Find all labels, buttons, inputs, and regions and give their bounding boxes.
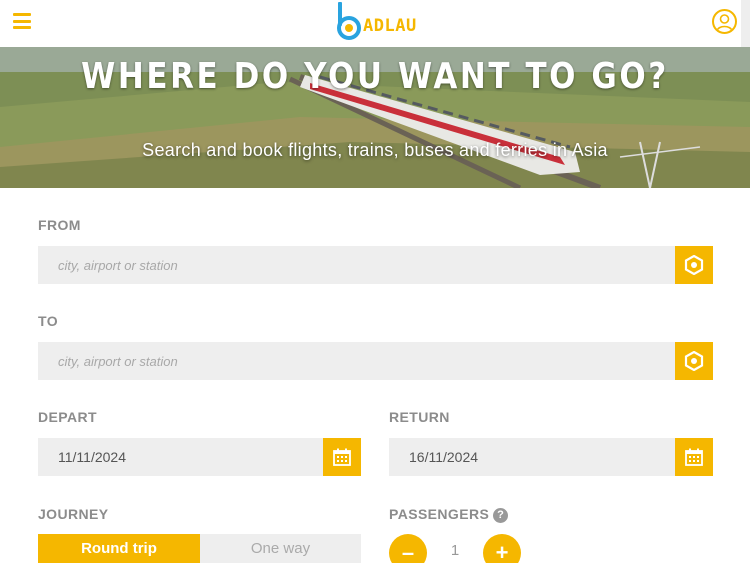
locate-icon bbox=[684, 255, 704, 275]
locate-from-button[interactable] bbox=[675, 246, 713, 284]
decrease-passengers-button[interactable]: – bbox=[389, 534, 427, 563]
hero-subtitle: Search and book flights, trains, buses a… bbox=[142, 140, 608, 160]
return-label: RETURN bbox=[389, 409, 450, 425]
calendar-icon bbox=[333, 448, 351, 466]
return-date-input[interactable] bbox=[389, 438, 675, 476]
calendar-icon bbox=[685, 448, 703, 466]
from-label: FROM bbox=[38, 217, 81, 233]
logo-mark-icon bbox=[336, 1, 362, 41]
to-input[interactable] bbox=[38, 342, 675, 380]
scrollbar[interactable] bbox=[741, 0, 750, 47]
user-icon[interactable] bbox=[712, 9, 737, 34]
depart-calendar-button[interactable] bbox=[323, 438, 361, 476]
locate-icon bbox=[684, 351, 704, 371]
return-calendar-button[interactable] bbox=[675, 438, 713, 476]
increase-passengers-button[interactable]: + bbox=[483, 534, 521, 563]
journey-label: JOURNEY bbox=[38, 506, 109, 522]
hero-banner: WHERE DO YOU WANT TO GO? Search and book… bbox=[0, 47, 750, 188]
locate-to-button[interactable] bbox=[675, 342, 713, 380]
to-label: TO bbox=[38, 313, 58, 329]
logo[interactable]: ADLAU bbox=[336, 1, 417, 41]
passengers-label: PASSENGERS bbox=[389, 506, 490, 522]
depart-label: DEPART bbox=[38, 409, 97, 425]
one-way-option[interactable]: One way bbox=[200, 534, 361, 563]
help-icon[interactable]: ? bbox=[493, 508, 509, 523]
round-trip-option[interactable]: Round trip bbox=[38, 534, 200, 563]
hamburger-icon[interactable] bbox=[13, 13, 31, 29]
from-input[interactable] bbox=[38, 246, 675, 284]
passengers-heading: PASSENGERS? bbox=[389, 506, 509, 523]
passenger-count: 1 bbox=[450, 542, 460, 559]
logo-text: ADLAU bbox=[363, 16, 417, 36]
top-bar: ADLAU bbox=[0, 0, 750, 47]
depart-date-input[interactable] bbox=[38, 438, 323, 476]
hero-title: WHERE DO YOU WANT TO GO? bbox=[81, 56, 669, 97]
